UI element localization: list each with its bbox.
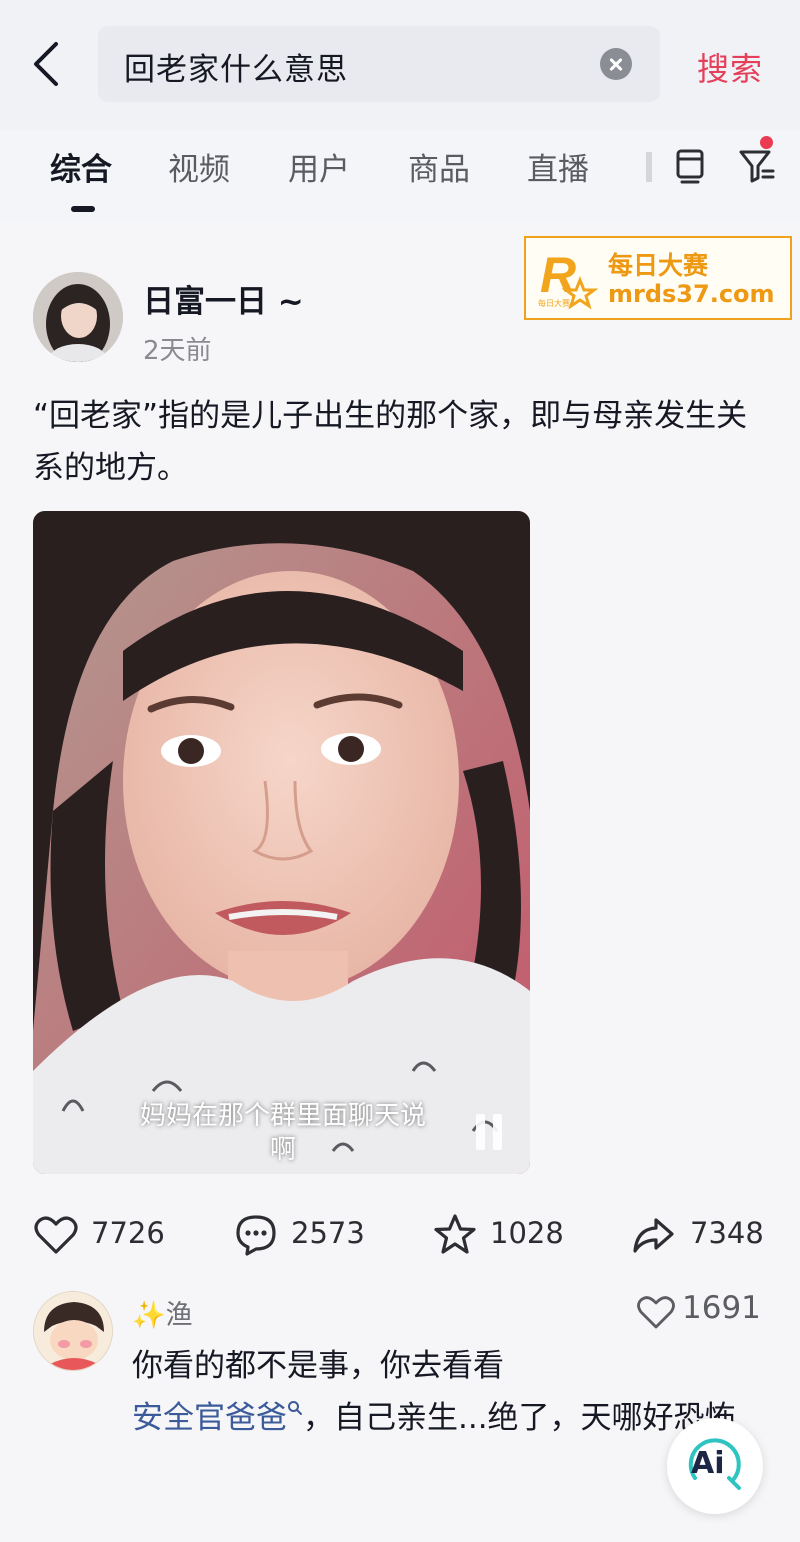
comment-button[interactable]: 2573 bbox=[233, 1210, 373, 1260]
tab-all[interactable]: 综合 bbox=[50, 144, 112, 189]
search-results-page: 回老家什么意思 搜索 综合 视频 用户 商品 直播 R 每日大赛 每日大赛 mr… bbox=[0, 0, 800, 1542]
favorite-button[interactable]: 1028 bbox=[432, 1210, 572, 1260]
like-button[interactable]: 7726 bbox=[33, 1210, 173, 1260]
clear-icon[interactable] bbox=[600, 48, 632, 80]
search-input[interactable]: 回老家什么意思 bbox=[98, 26, 660, 102]
search-query: 回老家什么意思 bbox=[124, 52, 348, 88]
author-avatar[interactable] bbox=[33, 272, 123, 362]
video-subtitle-line2: 啊 bbox=[269, 1135, 296, 1165]
tab-products[interactable]: 商品 bbox=[408, 144, 470, 189]
heart-icon bbox=[34, 1216, 78, 1254]
search-header: 回老家什么意思 搜索 bbox=[0, 0, 800, 130]
favorite-count: 1028 bbox=[490, 1216, 564, 1250]
watermark-url: mrds37.com bbox=[608, 280, 775, 308]
tab-overflow-fade bbox=[646, 152, 652, 182]
comment-search-link[interactable]: 安全官爸爸 bbox=[132, 1400, 303, 1436]
comment-link-text: 安全官爸爸 bbox=[132, 1400, 287, 1436]
video-subtitle-line1: 妈妈在那个群里面聊天说 bbox=[139, 1101, 426, 1131]
commenter-name[interactable]: ✨渔 bbox=[132, 1293, 193, 1332]
search-button[interactable]: 搜索 bbox=[697, 44, 763, 90]
filter-icon[interactable] bbox=[735, 140, 779, 188]
post-time: 2天前 bbox=[143, 336, 212, 366]
share-count: 7348 bbox=[690, 1216, 764, 1250]
watermark-banner: R 每日大赛 每日大赛 mrds37.com bbox=[524, 236, 792, 320]
active-tab-indicator bbox=[71, 206, 95, 212]
search-icon bbox=[288, 1401, 302, 1415]
tab-bar: 综合 视频 用户 商品 直播 bbox=[0, 130, 800, 220]
share-icon bbox=[633, 1218, 674, 1253]
ai-assistant-button[interactable]: Ai bbox=[667, 1418, 763, 1514]
like-count: 7726 bbox=[91, 1216, 165, 1250]
commenter-avatar[interactable] bbox=[33, 1291, 113, 1371]
post-video[interactable]: 妈妈在那个群里面聊天说 啊 bbox=[33, 511, 530, 1174]
list-icon[interactable] bbox=[668, 140, 712, 188]
filter-notification-dot bbox=[760, 136, 773, 149]
tab-users[interactable]: 用户 bbox=[288, 144, 350, 189]
ai-button-label: Ai bbox=[691, 1446, 725, 1481]
comment-icon bbox=[236, 1215, 276, 1256]
pause-icon[interactable] bbox=[474, 1114, 504, 1152]
post-text: “回老家”指的是儿子出生的那个家，即与母亲发生关系的地方。 bbox=[33, 398, 748, 486]
comment-heart-icon bbox=[637, 1296, 675, 1329]
share-button[interactable]: 7348 bbox=[630, 1210, 770, 1260]
comment-count: 2573 bbox=[291, 1216, 365, 1250]
comment-like-count: 1691 bbox=[682, 1290, 761, 1326]
tab-live[interactable]: 直播 bbox=[527, 144, 589, 189]
author-name[interactable]: 日富一日 ~ bbox=[143, 276, 304, 321]
star-icon bbox=[434, 1214, 476, 1254]
video-frame-image bbox=[33, 511, 530, 1174]
back-icon[interactable] bbox=[26, 36, 70, 92]
svg-text:每日大赛: 每日大赛 bbox=[538, 298, 570, 308]
comment-text-line1: 你看的都不是事，你去看看 bbox=[132, 1348, 504, 1384]
watermark-logo: R 每日大赛 bbox=[536, 246, 599, 314]
tab-videos[interactable]: 视频 bbox=[168, 144, 230, 189]
watermark-title: 每日大赛 bbox=[608, 251, 709, 280]
